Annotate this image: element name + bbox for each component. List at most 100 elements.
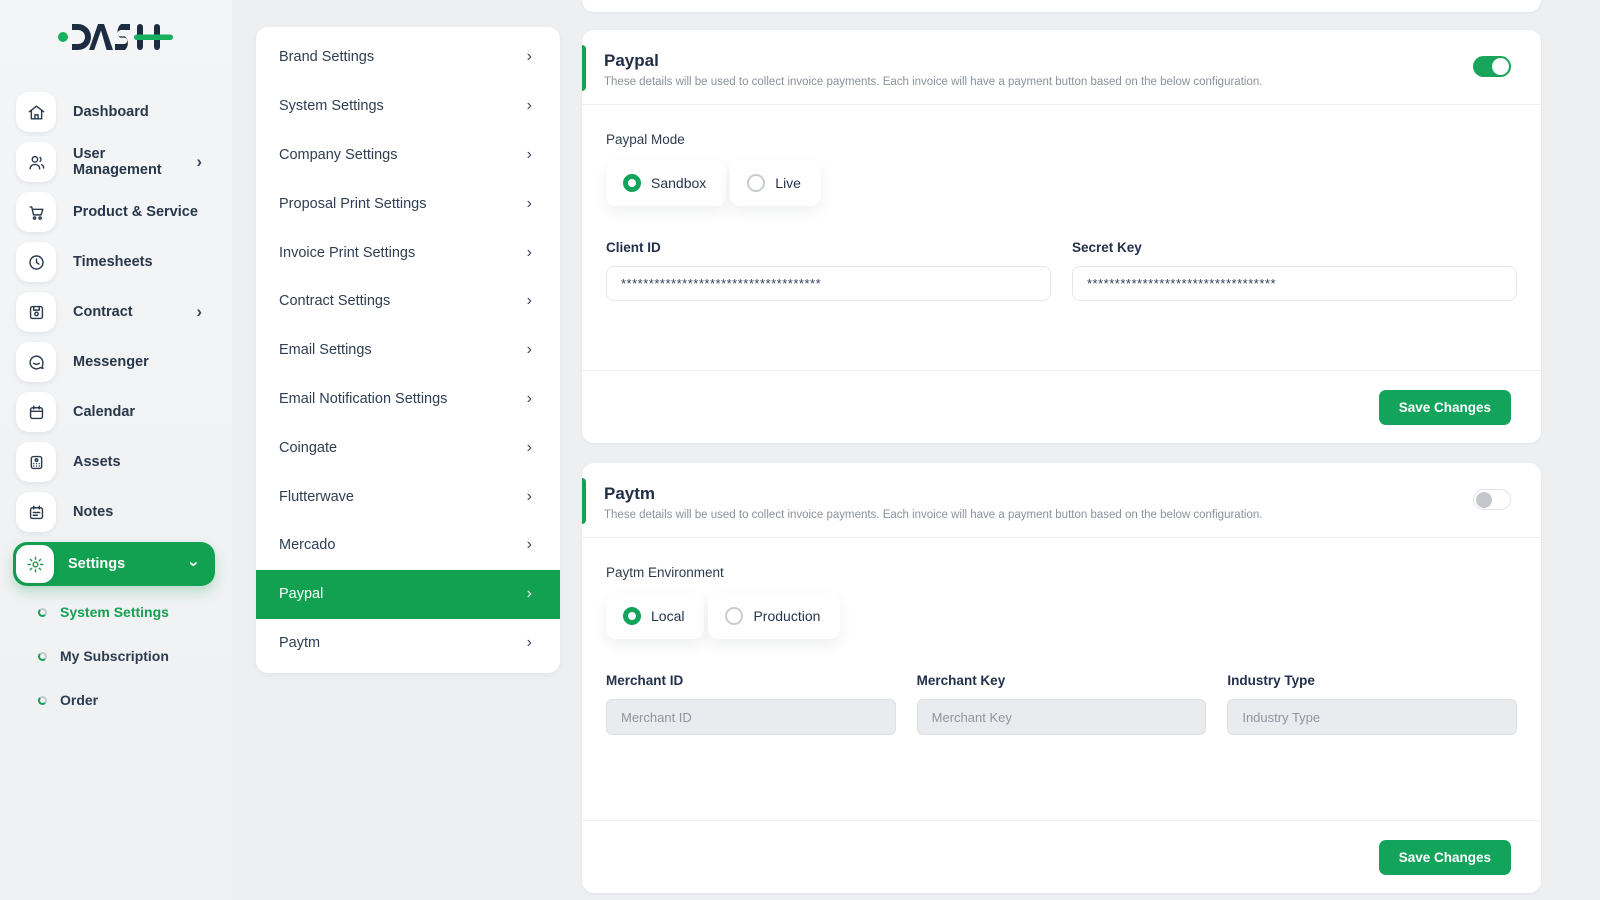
radio-production[interactable]: Production <box>708 593 840 639</box>
chevron-right-icon: › <box>527 390 532 408</box>
chevron-right-icon: › <box>527 585 532 603</box>
paypal-mode-label: Paypal Mode <box>606 132 1517 147</box>
chevron-right-icon: › <box>527 195 532 213</box>
notes-icon <box>16 492 56 532</box>
menu-item-coingate[interactable]: Coingate› <box>256 423 560 472</box>
radio-unselected-icon <box>725 607 743 625</box>
merchant-id-input[interactable] <box>606 699 896 735</box>
radio-label: Sandbox <box>651 175 706 191</box>
bullet-icon <box>38 696 47 705</box>
client-id-label: Client ID <box>606 240 1051 255</box>
paytm-save-button[interactable]: Save Changes <box>1379 840 1511 875</box>
merchant-key-input[interactable] <box>917 699 1207 735</box>
cart-icon <box>16 192 56 232</box>
sidebar-item-label: Dashboard <box>73 104 149 120</box>
menu-item-company-settings[interactable]: Company Settings › <box>256 131 560 180</box>
subnav-item-order[interactable]: Order <box>38 688 232 712</box>
menu-item-label: System Settings <box>279 98 384 114</box>
menu-item-contract-settings[interactable]: Contract Settings› <box>256 277 560 326</box>
menu-item-mercado[interactable]: Mercado › <box>256 521 560 570</box>
sidebar-item-dashboard[interactable]: Dashboard <box>16 92 216 132</box>
radio-label: Production <box>753 608 820 624</box>
contract-icon <box>16 292 56 332</box>
paypal-card-footer: Save Changes <box>582 370 1541 443</box>
chevron-right-icon: › <box>527 97 532 115</box>
menu-item-invoice-print-settings[interactable]: Invoice Print Settings› <box>256 228 560 277</box>
chevron-right-icon: › <box>527 146 532 164</box>
radio-selected-icon <box>623 174 641 192</box>
paypal-card-header: Paypal These details will be used to col… <box>582 30 1541 105</box>
radio-label: Live <box>775 175 801 191</box>
industry-type-label: Industry Type <box>1227 673 1517 688</box>
menu-item-paytm[interactable]: Paytm› <box>256 619 560 668</box>
sidebar-item-label: Contract <box>73 304 133 320</box>
paypal-fields: Client ID Secret Key <box>606 240 1517 301</box>
paytm-environment-radio-group: Local Production <box>606 593 1517 639</box>
sidebar-item-user-management[interactable]: User Management › <box>16 142 216 182</box>
chevron-right-icon: › <box>527 488 532 506</box>
chevron-right-icon: › <box>527 536 532 554</box>
dash-logo-icon <box>58 17 173 57</box>
sidebar-item-messenger[interactable]: Messenger <box>16 342 216 382</box>
sidebar-item-label: Timesheets <box>73 254 153 270</box>
accent-bar <box>582 478 586 524</box>
subnav-item-my-subscription[interactable]: My Subscription <box>38 644 232 668</box>
chevron-right-icon: › <box>527 292 532 310</box>
menu-item-paypal[interactable]: Paypal › <box>256 570 560 619</box>
industry-type-input[interactable] <box>1227 699 1517 735</box>
sidebar-item-assets[interactable]: Assets <box>16 442 216 482</box>
menu-item-label: Mercado <box>279 537 335 553</box>
sidebar-item-contract[interactable]: Contract › <box>16 292 216 332</box>
menu-item-label: Coingate <box>279 440 337 456</box>
previous-card-edge <box>582 0 1541 12</box>
sidebar-item-label: Settings <box>68 556 125 572</box>
radio-sandbox[interactable]: Sandbox <box>606 160 726 206</box>
secret-key-label: Secret Key <box>1072 240 1517 255</box>
paypal-card-body: Paypal Mode Sandbox Live Client ID Secre… <box>582 132 1541 301</box>
menu-item-label: Company Settings <box>279 147 397 163</box>
assets-icon <box>16 442 56 482</box>
menu-item-label: Paypal <box>279 586 323 602</box>
menu-item-email-settings[interactable]: Email Settings› <box>256 326 560 375</box>
app-logo <box>58 17 232 62</box>
merchant-id-label: Merchant ID <box>606 673 896 688</box>
menu-item-flutterwave[interactable]: Flutterwave› <box>256 472 560 521</box>
sidebar-item-calendar[interactable]: Calendar <box>16 392 216 432</box>
clock-icon <box>16 242 56 282</box>
sidebar-item-settings[interactable]: Settings › <box>13 542 215 586</box>
gear-icon <box>16 545 54 583</box>
menu-item-proposal-print-settings[interactable]: Proposal Print Settings› <box>256 179 560 228</box>
radio-live[interactable]: Live <box>730 160 821 206</box>
sidebar-item-notes[interactable]: Notes <box>16 492 216 532</box>
radio-unselected-icon <box>747 174 765 192</box>
chevron-right-icon: › <box>527 48 532 66</box>
menu-item-brand-settings[interactable]: Brand Settings› <box>256 33 560 82</box>
chevron-right-icon: › <box>527 341 532 359</box>
secret-key-input[interactable] <box>1072 266 1517 301</box>
sidebar-item-label: Product & Service <box>73 204 198 220</box>
sidebar-item-timesheets[interactable]: Timesheets <box>16 242 216 282</box>
paytm-fields: Merchant ID Merchant Key Industry Type <box>606 673 1517 735</box>
paypal-description: These details will be used to collect in… <box>604 76 1511 88</box>
sidebar-item-product-service[interactable]: Product & Service <box>16 192 216 232</box>
menu-item-label: Email Notification Settings <box>279 391 447 407</box>
paytm-environment-label: Paytm Environment <box>606 565 1517 580</box>
calendar-icon <box>16 392 56 432</box>
chat-icon <box>16 342 56 382</box>
settings-menu: Brand Settings› System Settings › Company… <box>256 27 560 673</box>
paytm-enable-toggle[interactable] <box>1473 489 1511 510</box>
paypal-title: Paypal <box>604 51 1511 71</box>
accent-bar <box>582 45 586 91</box>
home-icon <box>16 92 56 132</box>
radio-label: Local <box>651 608 684 624</box>
subnav-item-system-settings[interactable]: System Settings <box>38 600 232 624</box>
paytm-description: These details will be used to collect in… <box>604 509 1511 521</box>
paypal-enable-toggle[interactable] <box>1473 56 1511 77</box>
paypal-save-button[interactable]: Save Changes <box>1379 390 1511 425</box>
client-id-input[interactable] <box>606 266 1051 301</box>
menu-item-email-notification-settings[interactable]: Email Notification Settings › <box>256 375 560 424</box>
subnav-item-label: Order <box>60 692 98 708</box>
radio-local[interactable]: Local <box>606 593 704 639</box>
subnav-item-label: My Subscription <box>60 648 169 664</box>
menu-item-system-settings[interactable]: System Settings › <box>256 82 560 131</box>
